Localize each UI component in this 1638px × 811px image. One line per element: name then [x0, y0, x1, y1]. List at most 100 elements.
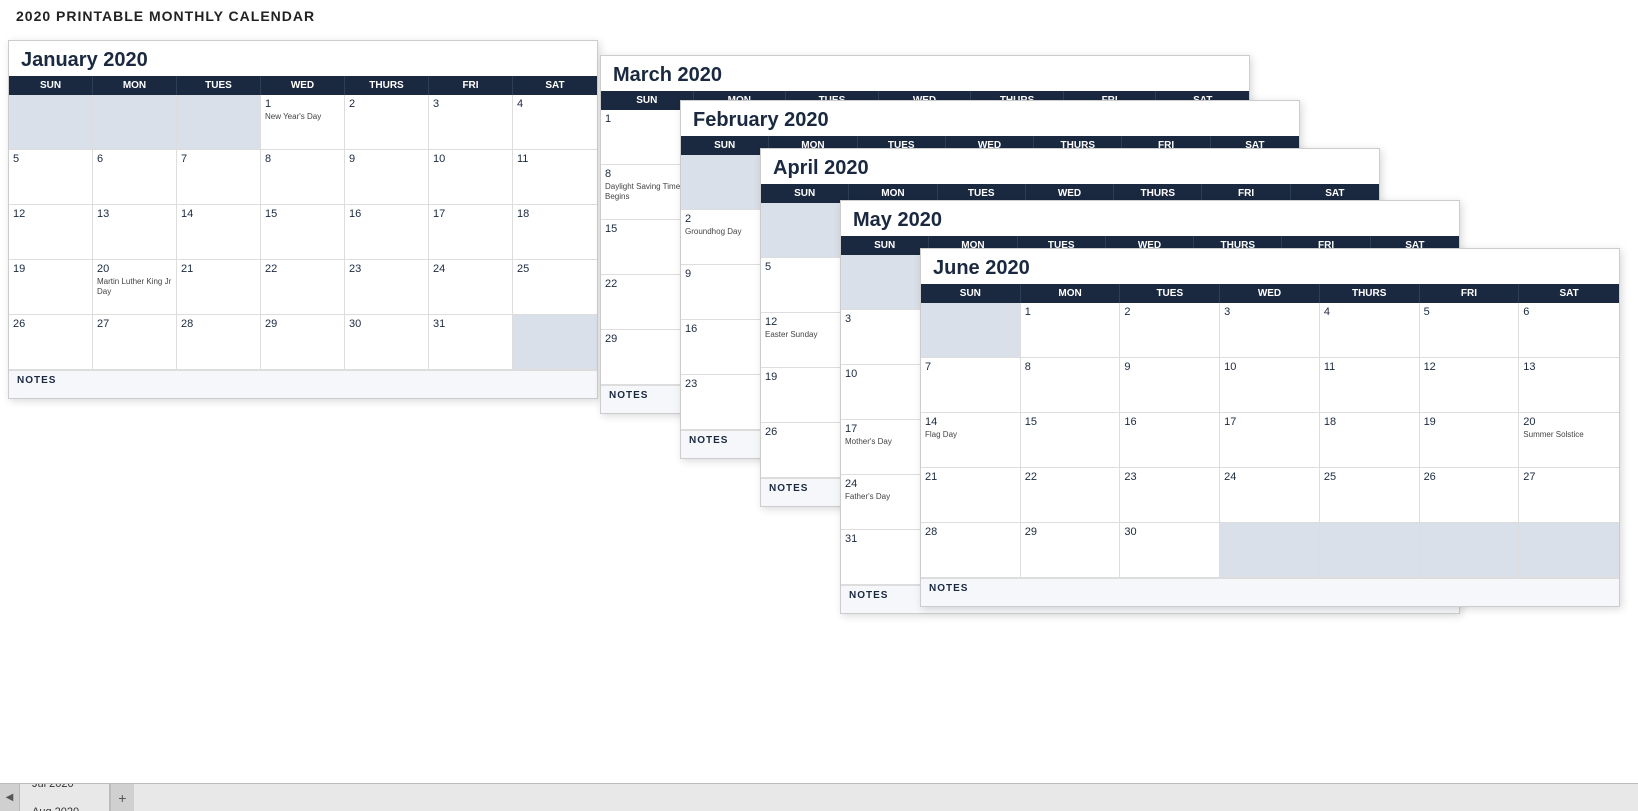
cal-cell: 23: [345, 260, 429, 315]
cal-cell: 2: [1120, 303, 1220, 358]
cal-cell: 6: [1519, 303, 1619, 358]
cal-cell: 11: [1320, 358, 1420, 413]
cal-cell: 3: [429, 95, 513, 150]
cal-cell: 8: [261, 150, 345, 205]
cal-cell: [1320, 523, 1420, 578]
cal-cell: [9, 95, 93, 150]
cal-cell: 10: [1220, 358, 1320, 413]
cal-cell: 31: [429, 315, 513, 370]
tab-item[interactable]: Jul 2020: [20, 783, 110, 798]
cal-cell: 13: [1519, 358, 1619, 413]
cal-cell: 8: [1021, 358, 1121, 413]
cal-cell: 26: [1420, 468, 1520, 523]
cal-cell: 30: [1120, 523, 1220, 578]
cal-cell: 7: [177, 150, 261, 205]
cal-cell: 17: [429, 205, 513, 260]
january-body: 1New Year's Day2345678910111213141516171…: [9, 95, 597, 370]
calendar-june: June 2020 SUN MON TUES WED THURS FRI SAT…: [920, 248, 1620, 607]
cal-cell: 27: [93, 315, 177, 370]
cal-cell: 12: [9, 205, 93, 260]
cal-cell: 13: [93, 205, 177, 260]
cal-cell: 3: [1220, 303, 1320, 358]
cal-cell: 5: [9, 150, 93, 205]
cal-cell: 17Mother's Day: [841, 420, 929, 475]
jan-hdr-mon: MON: [93, 76, 177, 95]
cal-cell: 20Martin Luther King Jr Day: [93, 260, 177, 315]
june-title: June 2020: [921, 249, 1619, 284]
cal-cell: 30: [345, 315, 429, 370]
cal-cell: [841, 255, 929, 310]
cal-cell: 27: [1519, 468, 1619, 523]
cal-cell: 19: [761, 368, 849, 423]
cal-cell: [1420, 523, 1520, 578]
jan-hdr-fri: FRI: [429, 76, 513, 95]
cal-cell: 2: [345, 95, 429, 150]
cal-cell: 29: [1021, 523, 1121, 578]
cal-cell: 23: [1120, 468, 1220, 523]
tab-item[interactable]: Aug 2020: [20, 798, 110, 811]
cal-cell: 26: [761, 423, 849, 478]
cal-cell: 24: [1220, 468, 1320, 523]
january-title: January 2020: [9, 41, 597, 76]
cal-cell: 11: [513, 150, 597, 205]
cal-cell: 6: [93, 150, 177, 205]
cal-cell: 25: [1320, 468, 1420, 523]
cal-cell: 25: [513, 260, 597, 315]
cal-cell: 24: [429, 260, 513, 315]
cal-cell: [513, 315, 597, 370]
cal-cell: 12: [1420, 358, 1520, 413]
cal-cell: [761, 203, 849, 258]
cal-cell: 4: [1320, 303, 1420, 358]
march-title: March 2020: [601, 56, 1249, 91]
cal-cell: [921, 303, 1021, 358]
tab-bar: ◀ Jan 2020Feb 2020Mar 2020Apr 2020May 20…: [0, 783, 1638, 811]
june-notes: NOTES: [921, 578, 1619, 606]
january-header: SUN MON TUES WED THURS FRI SAT: [9, 76, 597, 95]
cal-cell: [1519, 523, 1619, 578]
cal-cell: 10: [841, 365, 929, 420]
cal-cell: 16: [681, 320, 769, 375]
cal-cell: 7: [921, 358, 1021, 413]
cal-cell: 15: [261, 205, 345, 260]
cal-cell: 18: [513, 205, 597, 260]
cal-cell: 21: [921, 468, 1021, 523]
cal-cell: 1: [1021, 303, 1121, 358]
cal-cell: 21: [177, 260, 261, 315]
cal-cell: 12Easter Sunday: [761, 313, 849, 368]
april-title: April 2020: [761, 149, 1379, 184]
tab-add-button[interactable]: +: [110, 784, 134, 811]
cal-cell: 9: [345, 150, 429, 205]
cal-cell: 1New Year's Day: [261, 95, 345, 150]
cal-cell: 19: [1420, 413, 1520, 468]
calendar-january: January 2020 SUN MON TUES WED THURS FRI …: [8, 40, 598, 399]
cal-cell: 3: [841, 310, 929, 365]
cal-cell: 28: [921, 523, 1021, 578]
main-container: 2020 PRINTABLE MONTHLY CALENDAR January …: [0, 0, 1638, 811]
cal-cell: 28: [177, 315, 261, 370]
jan-hdr-tue: TUES: [177, 76, 261, 95]
cal-cell: 17: [1220, 413, 1320, 468]
cal-cell: 9: [681, 265, 769, 320]
jan-hdr-sun: SUN: [9, 76, 93, 95]
cal-cell: 16: [345, 205, 429, 260]
june-body: 1234567891011121314Flag Day151617181920S…: [921, 303, 1619, 578]
tab-container: Jan 2020Feb 2020Mar 2020Apr 2020May 2020…: [20, 783, 110, 811]
cal-cell: 16: [1120, 413, 1220, 468]
cal-cell: 31: [841, 530, 929, 585]
cal-cell: [177, 95, 261, 150]
cal-cell: 5: [1420, 303, 1520, 358]
tab-prev-button[interactable]: ◀: [0, 784, 20, 811]
cal-cell: 26: [9, 315, 93, 370]
cal-cell: 10: [429, 150, 513, 205]
cal-cell: [93, 95, 177, 150]
january-notes: NOTES: [9, 370, 597, 398]
cal-cell: 24Father's Day: [841, 475, 929, 530]
may-title: May 2020: [841, 201, 1459, 236]
cal-cell: 5: [761, 258, 849, 313]
cal-cell: 14Flag Day: [921, 413, 1021, 468]
cal-cell: 22: [1021, 468, 1121, 523]
cal-cell: 23: [681, 375, 769, 430]
cal-cell: 18: [1320, 413, 1420, 468]
page-title: 2020 PRINTABLE MONTHLY CALENDAR: [0, 0, 1638, 26]
february-title: February 2020: [681, 101, 1299, 136]
